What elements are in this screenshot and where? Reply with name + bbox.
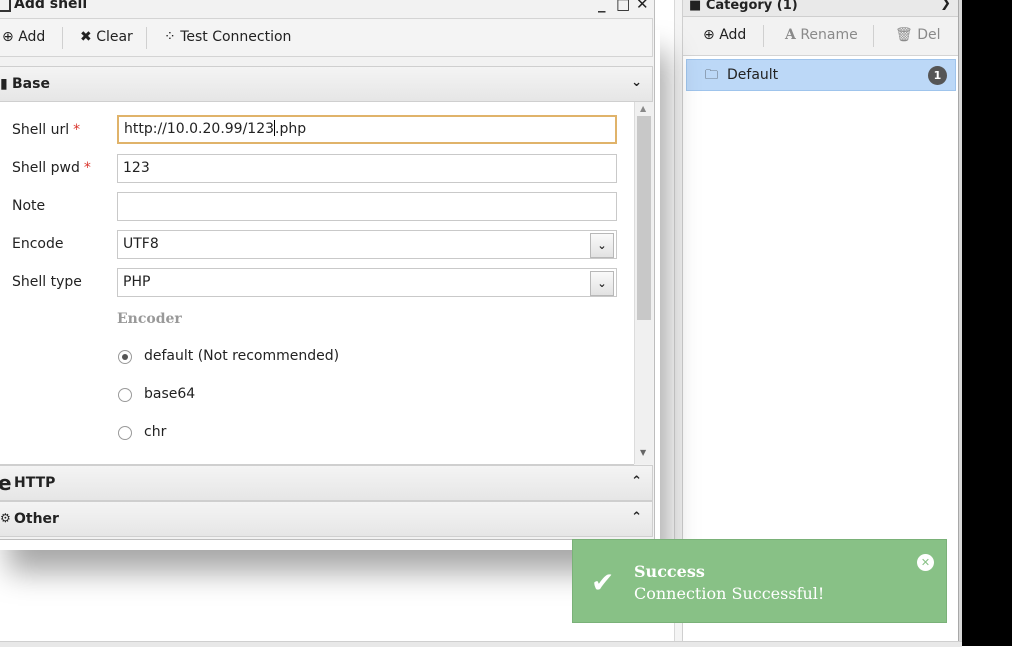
category-item-default[interactable]: 🗀 Default 1 — [686, 59, 956, 91]
plus-circle-icon: ⊕ — [703, 27, 715, 43]
close-icon[interactable]: ✕ — [636, 0, 649, 13]
shell-type-label: Shell type — [12, 274, 82, 290]
dialog-title: Add shell — [14, 0, 88, 12]
chevron-down-icon[interactable]: ⌄ — [631, 75, 642, 90]
category-add-button[interactable]: ⊕ Add — [703, 27, 746, 43]
section-other-header[interactable]: ⚙ Other ⌃ — [0, 501, 653, 537]
count-badge: 1 — [928, 66, 947, 85]
chevron-up-icon[interactable]: ⌃ — [631, 510, 642, 525]
spinner-icon: ⁘ — [164, 29, 176, 45]
cogs-icon: ⚙ — [0, 511, 11, 525]
toast-message: Connection Successful! — [634, 584, 825, 603]
maximize-icon[interactable]: □ — [616, 0, 630, 13]
test-connection-button[interactable]: ⁘ Test Connection — [164, 29, 291, 45]
encoder-title: Encoder — [117, 311, 182, 327]
plus-circle-icon: ⊕ — [2, 29, 14, 45]
clear-button[interactable]: ✖ Clear — [80, 29, 133, 45]
form-scrollbar[interactable]: ▲ ▼ — [634, 102, 653, 464]
category-item-label: Default — [727, 67, 779, 83]
checkmark-icon: ✔ — [591, 566, 615, 599]
encoder-chr-radio[interactable] — [118, 426, 132, 440]
shell-pwd-input[interactable]: 123 — [117, 154, 617, 183]
encode-select[interactable]: UTF8 ⌄ — [117, 230, 617, 259]
close-icon[interactable]: ✕ — [917, 554, 934, 571]
encoder-chr-label[interactable]: chr — [144, 424, 166, 440]
ie-icon: e — [0, 471, 12, 495]
section-http-label: HTTP — [14, 475, 56, 491]
section-http-header[interactable]: e HTTP ⌃ — [0, 465, 653, 501]
scroll-thumb[interactable] — [637, 116, 651, 320]
dialog-toolbar: ⊕ Add ✖ Clear ⁘ Test Connection — [0, 18, 653, 57]
trash-icon: 🗑 — [895, 27, 913, 43]
file-icon: ▮ — [0, 76, 8, 92]
chevron-down-icon[interactable]: ⌄ — [590, 233, 614, 258]
success-toast: ✔ Success Connection Successful! ✕ — [572, 539, 947, 623]
font-icon: A — [785, 27, 796, 43]
section-base-header[interactable]: ▮ Base ⌄ — [0, 66, 653, 102]
toolbar-divider — [62, 27, 63, 49]
add-button[interactable]: ⊕ Add — [2, 29, 45, 45]
note-label: Note — [12, 198, 46, 214]
section-base-label: Base — [12, 76, 50, 92]
toolbar-divider — [873, 25, 874, 47]
toolbar-divider — [146, 27, 147, 49]
category-title: ■ Category (1) — [689, 0, 798, 13]
toolbar-divider — [763, 25, 764, 47]
statusbar-edge — [0, 641, 962, 647]
folder-solid-icon: ■ — [689, 0, 706, 13]
encode-label: Encode — [12, 236, 64, 252]
encoder-default-radio[interactable] — [118, 350, 132, 364]
base-form: Shell url * http://10.0.20.99/123.php She… — [0, 102, 634, 465]
shell-url-input[interactable]: http://10.0.20.99/123.php — [117, 115, 617, 144]
folder-icon: 🗀 — [705, 68, 719, 83]
minimize-icon[interactable]: _ — [598, 0, 606, 13]
chevron-down-icon[interactable]: ⌄ — [590, 271, 614, 296]
dialog-titlebar[interactable]: Add shell _ □ ✕ — [0, 0, 654, 15]
shell-pwd-label: Shell pwd * — [12, 160, 91, 176]
desktop-background — [962, 0, 1012, 646]
section-other-label: Other — [14, 511, 59, 527]
window-icon — [0, 0, 11, 12]
chevron-up-icon[interactable]: ⌃ — [631, 474, 642, 489]
encoder-base64-radio[interactable] — [118, 388, 132, 402]
encoder-default-label[interactable]: default (Not recommended) — [144, 348, 339, 364]
category-delete-button[interactable]: 🗑 Del — [895, 27, 941, 43]
scroll-down-icon[interactable]: ▼ — [640, 448, 646, 457]
toast-title: Success — [634, 562, 705, 581]
add-shell-dialog: Add shell _ □ ✕ ⊕ Add ✖ Clear ⁘ Test Con… — [0, 0, 655, 540]
category-toolbar: ⊕ Add A Rename 🗑 Del — [683, 17, 959, 56]
x-icon: ✖ — [80, 29, 92, 45]
chevron-right-icon[interactable]: ❯ — [940, 0, 951, 11]
shell-type-select[interactable]: PHP ⌄ — [117, 268, 617, 297]
category-header[interactable]: ■ Category (1) ❯ — [683, 0, 959, 17]
note-input[interactable] — [117, 192, 617, 221]
scroll-up-icon[interactable]: ▲ — [640, 104, 646, 113]
category-rename-button[interactable]: A Rename — [785, 27, 858, 43]
shell-url-label: Shell url * — [12, 122, 81, 138]
encoder-base64-label[interactable]: base64 — [144, 386, 195, 402]
